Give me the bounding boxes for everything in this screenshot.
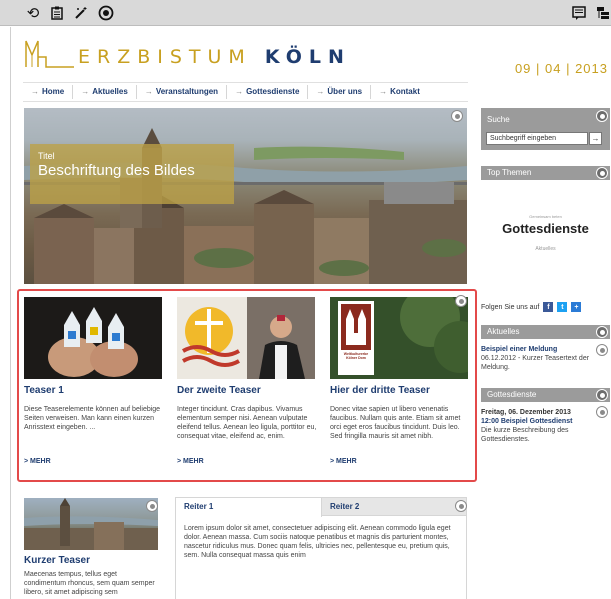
tab-reiter-1[interactable]: Reiter 1 xyxy=(176,498,322,517)
nav-item-ueber-uns[interactable]: → Über uns xyxy=(308,85,372,99)
tab-content: Lorem ipsum dolor sit amet, consectetuer… xyxy=(184,525,451,559)
gottesdienste-heading: Gottesdienste xyxy=(481,388,610,402)
news-text: 06.12.2012 - Kurzer Teasertext der Meldu… xyxy=(481,355,590,371)
follow-label: Folgen Sie uns auf xyxy=(481,303,540,311)
hero-caption: Titel Beschriftung des Bildes xyxy=(30,144,234,204)
magic-wand-icon[interactable] xyxy=(72,4,90,22)
arrow-icon: → xyxy=(81,87,90,96)
news-title[interactable]: Beispiel einer Meldung xyxy=(481,346,557,353)
teaser-2-text: Integer tincidunt. Cras dapibus. Vivamus… xyxy=(177,406,317,440)
search-submit-button[interactable]: → xyxy=(589,132,602,145)
kurzer-teaser-title[interactable]: Kurzer Teaser xyxy=(24,555,160,566)
nav-label: Gottesdienste xyxy=(246,87,300,96)
kurzer-settings-icon[interactable] xyxy=(146,500,158,512)
tabs-settings-icon[interactable] xyxy=(455,500,467,512)
nav-item-veranstaltungen[interactable]: → Veranstaltungen xyxy=(137,85,228,99)
kurzer-teaser-image[interactable] xyxy=(24,498,158,550)
nav-item-aktuelles[interactable]: → Aktuelles xyxy=(73,85,137,99)
teaser-3-sign-text: Weltkulturerbe Kölner Dom xyxy=(343,352,369,360)
hero-settings-icon[interactable] xyxy=(451,110,463,122)
search-box-settings-icon[interactable] xyxy=(596,110,608,122)
gottesdienste-banner[interactable]: Gemeinsam beten Gottesdienste Aktuelles xyxy=(481,184,610,270)
gottesdienst-title[interactable]: 12:00 Beispiel Gottesdienst xyxy=(481,418,572,425)
arrow-icon: → xyxy=(144,87,153,96)
social-follow: Folgen Sie uns auf f t + xyxy=(481,302,582,312)
arrow-icon: → xyxy=(31,87,39,96)
teaser-3-title[interactable]: Hier der dritte Teaser xyxy=(330,385,470,396)
gottesdienst-text: Die kurze Beschreibung des Gottesdienste… xyxy=(481,427,569,443)
teaser-1-title[interactable]: Teaser 1 xyxy=(24,385,164,396)
nav-label: Kontakt xyxy=(390,87,420,96)
teaser-3-text: Donec vitae sapien ut libero venenatis f… xyxy=(330,406,461,440)
tab-reiter-2[interactable]: Reiter 2 xyxy=(322,498,452,516)
search-input[interactable]: Suchbegriff eingeben xyxy=(486,132,588,145)
teaser-2-more-link[interactable]: > MEHR xyxy=(177,458,317,465)
comment-icon[interactable] xyxy=(570,4,588,22)
kurzer-teaser-text: Maecenas tempus, tellus eget condimentum… xyxy=(24,571,155,596)
nav-label: Home xyxy=(42,87,65,96)
logo-text-bold: KÖLN xyxy=(264,46,351,68)
arrow-icon: → xyxy=(316,87,325,96)
teaser-row: Teaser 1 Diese Teaserelemente können auf… xyxy=(17,289,477,482)
teaser-1-text: Diese Teaserelemente können auf beliebig… xyxy=(24,406,161,431)
teaser-2-image[interactable] xyxy=(177,297,315,379)
nav-item-gottesdienste[interactable]: → Gottesdienste xyxy=(227,85,309,99)
arrow-icon: → xyxy=(235,87,244,96)
aktuelles-heading: Aktuelles xyxy=(481,325,610,339)
hero-caption-small: Titel xyxy=(38,151,55,161)
teaser-3-more-link[interactable]: > MEHR xyxy=(330,458,470,465)
logo-mark[interactable] xyxy=(24,35,76,76)
news-item[interactable]: Beispiel einer Meldung 06.12.2012 - Kurz… xyxy=(481,345,610,372)
tab-bar: Reiter 1 Reiter 2 xyxy=(176,498,466,517)
arrow-icon: → xyxy=(379,87,388,96)
gottesdienste-settings-icon[interactable] xyxy=(596,389,608,401)
history-icon[interactable]: ⟲ xyxy=(24,4,42,22)
nav-item-home[interactable]: → Home xyxy=(23,85,74,99)
hero-caption-large: Beschriftung des Bildes xyxy=(38,162,195,179)
teaser-1-image[interactable] xyxy=(24,297,162,379)
main-navigation: → Home → Aktuelles → Veranstaltungen → Gotte… xyxy=(23,82,468,102)
logo-text-light: ERZBISTUM xyxy=(78,46,252,68)
tab-box: Reiter 1 Reiter 2 Lorem ipsum dolor sit … xyxy=(175,497,467,599)
toolbar: ⟲ xyxy=(0,0,611,26)
gottesdienst-item[interactable]: Freitag, 06. Dezember 2013 12:00 Beispie… xyxy=(481,408,610,444)
teaser-row-settings-icon[interactable] xyxy=(455,295,467,307)
nav-label: Über uns xyxy=(327,87,363,96)
nav-item-kontakt[interactable]: → Kontakt xyxy=(371,85,428,99)
facebook-icon[interactable]: f xyxy=(543,302,554,312)
search-heading: Suche xyxy=(487,115,510,124)
teaser-1-more-link[interactable]: > MEHR xyxy=(24,458,164,465)
teaser-2[interactable]: Der zweite Teaser Integer tincidunt. Cra… xyxy=(177,297,317,465)
kurzer-teaser[interactable]: Kurzer Teaser Maecenas tempus, tellus eg… xyxy=(24,498,160,597)
google-plus-icon[interactable]: + xyxy=(571,302,582,312)
hero-image[interactable]: Titel Beschriftung des Bildes xyxy=(24,108,467,284)
sitemap-icon[interactable] xyxy=(594,4,611,22)
teaser-3[interactable]: Weltkulturerbe Kölner Dom Hier der dritt… xyxy=(330,297,470,465)
teaser-2-title[interactable]: Der zweite Teaser xyxy=(177,385,317,396)
logo-text[interactable]: ERZBISTUM KÖLN xyxy=(78,46,351,68)
record-icon[interactable] xyxy=(97,4,115,22)
gottesdienst-date: Freitag, 06. Dezember 2013 xyxy=(481,409,571,416)
clipboard-icon[interactable] xyxy=(48,4,66,22)
teaser-3-image[interactable]: Weltkulturerbe Kölner Dom xyxy=(330,297,468,379)
banner-sub-text: Aktuelles xyxy=(535,246,556,252)
aktuelles-settings-icon[interactable] xyxy=(596,326,608,338)
top-themen-settings-icon[interactable] xyxy=(596,167,608,179)
teaser-1[interactable]: Teaser 1 Diese Teaserelemente können auf… xyxy=(24,297,164,465)
news-settings-icon[interactable] xyxy=(596,344,608,356)
nav-label: Veranstaltungen xyxy=(155,87,219,96)
current-date: 09 | 04 | 2013 xyxy=(514,61,608,76)
banner-small-text: Gemeinsam beten xyxy=(529,214,562,219)
top-themen-heading: Top Themen xyxy=(481,166,610,180)
twitter-icon[interactable]: t xyxy=(557,302,568,312)
banner-title: Gottesdienste xyxy=(502,221,589,236)
nav-label: Aktuelles xyxy=(92,87,128,96)
gottesdienst-settings-icon[interactable] xyxy=(596,406,608,418)
